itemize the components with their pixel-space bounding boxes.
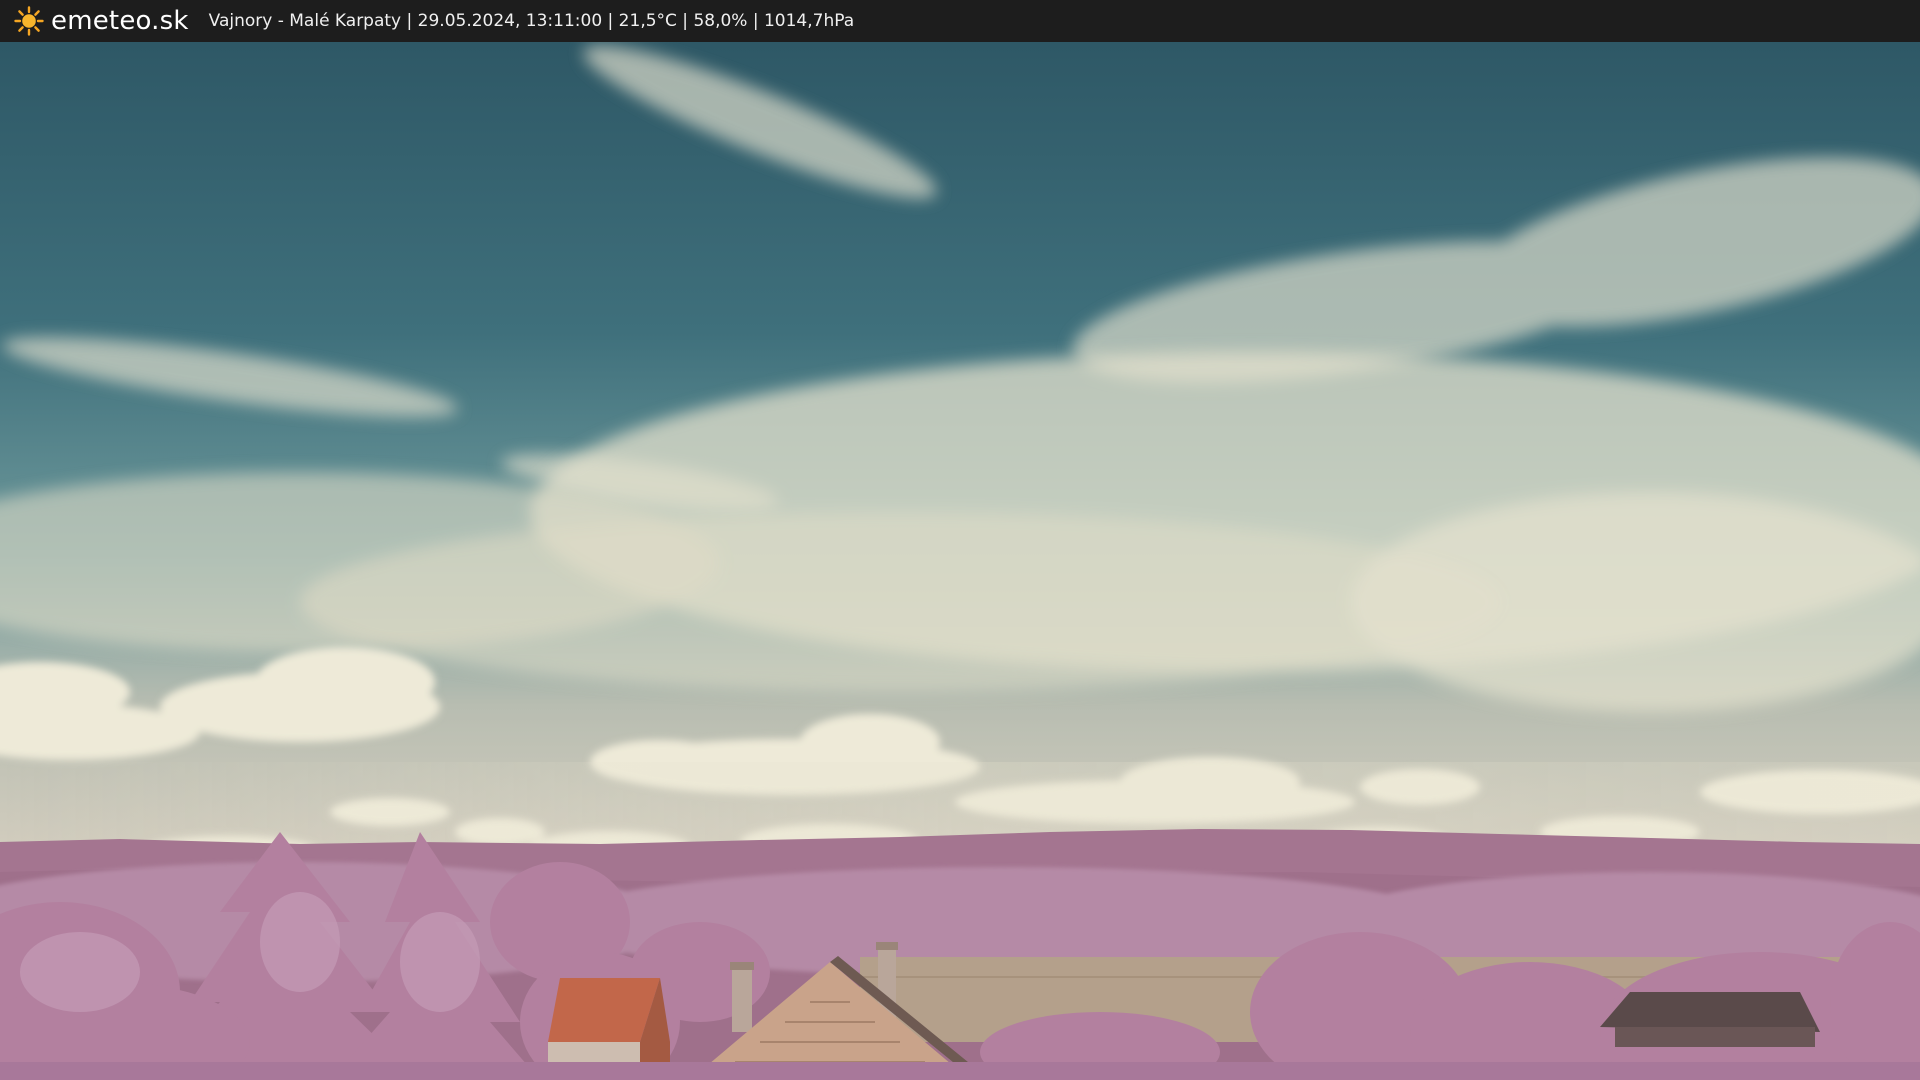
webcam-image: [0, 42, 1920, 1080]
caption-bar: emeteo.sk Vajnory - Malé Karpaty | 29.05…: [0, 0, 1920, 42]
site-name: emeteo.sk: [51, 6, 189, 36]
sun-icon: [14, 6, 44, 36]
site-logo[interactable]: emeteo.sk: [14, 6, 189, 36]
weather-caption: Vajnory - Malé Karpaty | 29.05.2024, 13:…: [208, 11, 855, 31]
webcam-frame: emeteo.sk Vajnory - Malé Karpaty | 29.05…: [0, 0, 1920, 1080]
